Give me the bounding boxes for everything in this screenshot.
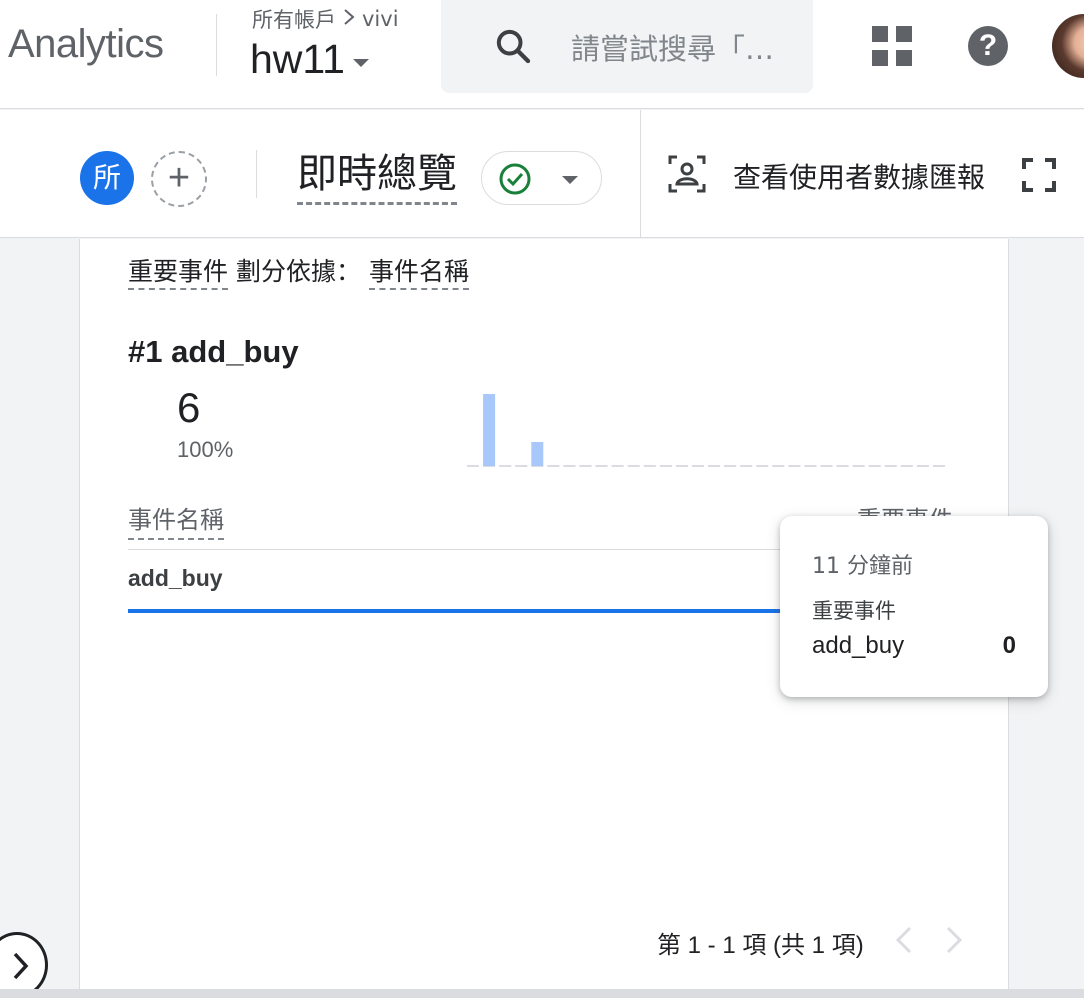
card-title: 重要事件 劃分依據： 事件名稱 (128, 252, 469, 290)
sparkline-chart (467, 394, 945, 467)
chevron-right-icon (13, 952, 29, 980)
divider (216, 14, 217, 76)
data-status-button[interactable] (481, 151, 602, 205)
view-user-snapshot-link[interactable]: 查看使用者數據匯報 (733, 156, 985, 196)
tooltip-metric: 重要事件 (812, 599, 896, 623)
check-circle-icon (499, 163, 531, 195)
breadcrumb[interactable]: 所有帳戶 vivi (252, 4, 399, 34)
app-name[interactable]: Analytics (8, 22, 164, 67)
avatar[interactable] (1052, 14, 1084, 78)
tooltip-item-value: 0 (1002, 632, 1016, 659)
tooltip-time: 11 分鐘前 (812, 554, 913, 579)
chevron-left-icon[interactable] (890, 924, 920, 956)
table-row[interactable]: add_buy (128, 565, 223, 592)
property-name[interactable]: hw11 (250, 36, 345, 83)
column-header-dimension[interactable]: 事件名稱 (128, 500, 224, 540)
property-selector[interactable]: hw11 (250, 36, 369, 83)
caret-down-icon (562, 176, 578, 184)
segment-chip[interactable]: 所 (80, 151, 134, 205)
top-app-bar: Analytics 所有帳戶 vivi hw11 請嘗試搜尋「… ? (0, 0, 1084, 109)
divider (256, 150, 257, 198)
dimension-selector[interactable]: 事件名稱 (368, 257, 469, 290)
search-box[interactable]: 請嘗試搜尋「… (441, 0, 813, 93)
top-item-name: add_buy (171, 334, 299, 369)
search-input[interactable]: 請嘗試搜尋「… (571, 26, 774, 68)
horizontal-scrollbar[interactable] (0, 989, 1084, 998)
help-icon[interactable]: ? (968, 26, 1008, 66)
page-title[interactable]: 即時總覽 (297, 148, 457, 205)
chart-tooltip: 11 分鐘前 重要事件 add_buy 0 (780, 516, 1048, 697)
search-icon[interactable] (493, 26, 533, 66)
top-item-percent: 100% (177, 437, 234, 462)
metric-selector[interactable]: 重要事件 (128, 257, 229, 290)
fullscreen-icon[interactable] (1022, 158, 1056, 192)
top-item-heading: #1 add_buy (128, 334, 299, 370)
chevron-right-icon[interactable] (938, 924, 968, 956)
breadcrumb-account[interactable]: vivi (362, 7, 399, 31)
card-title-mid: 劃分依據： (235, 257, 361, 286)
pagination-label: 第 1 - 1 項 (共 1 項) (657, 932, 864, 959)
add-comparison-button[interactable]: + (151, 151, 207, 207)
caret-down-icon[interactable] (352, 58, 369, 67)
top-item-value: 6 (177, 384, 201, 431)
breadcrumb-root[interactable]: 所有帳戶 (252, 4, 336, 34)
sparkline-bar[interactable] (531, 442, 544, 466)
sparkline-bar[interactable] (483, 394, 496, 466)
apps-icon[interactable] (872, 26, 912, 66)
user-snapshot-icon[interactable] (667, 154, 707, 194)
divider (640, 110, 641, 238)
top-item-rank: #1 (128, 334, 163, 369)
tooltip-item-name: add_buy (812, 632, 905, 659)
chevron-right-icon (342, 7, 356, 31)
